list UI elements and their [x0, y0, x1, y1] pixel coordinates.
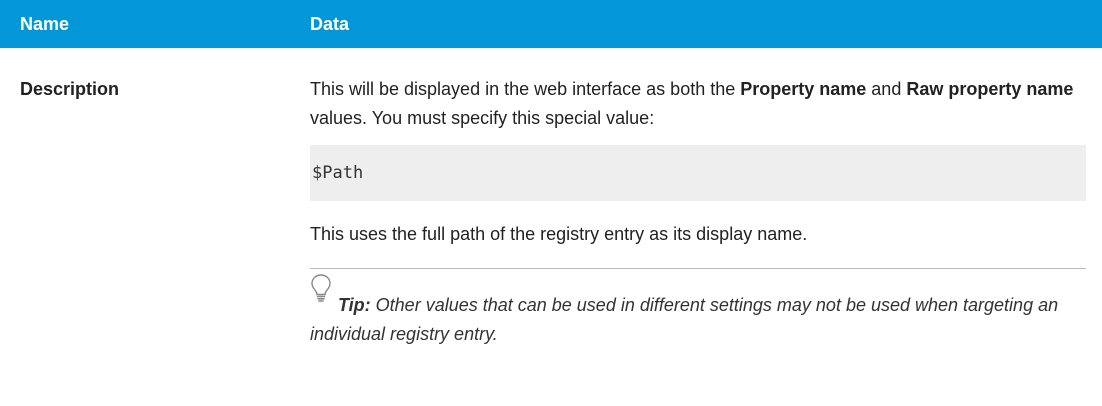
explanation-paragraph: This uses the full path of the registry … [310, 224, 808, 244]
header-name: Name [20, 13, 70, 34]
property-table: Name Data Description This will be displ… [0, 0, 1102, 349]
property-name-term: Property name [740, 79, 867, 99]
tip-label: Tip: [338, 295, 371, 315]
tip-body: Other values that can be used in differe… [310, 295, 1059, 344]
table-row: Description This will be displayed in th… [0, 48, 1102, 349]
description-paragraph: This will be displayed in the web interf… [310, 75, 1086, 133]
raw-property-name-term: Raw property name [906, 79, 1074, 99]
tip-text: Tip: Other values that can be used in di… [310, 279, 1086, 349]
para1-mid: and [866, 79, 907, 99]
header-data: Data [310, 13, 350, 34]
row-data-cell: This will be displayed in the web interf… [310, 75, 1086, 349]
table-header-row: Name Data [0, 0, 1102, 48]
code-value: $Path [312, 162, 364, 183]
tip-note: Tip: Other values that can be used in di… [310, 268, 1086, 349]
lightbulb-icon [311, 274, 331, 302]
row-name-cell: Description [20, 79, 120, 99]
para1-suffix: values. You must specify this special va… [310, 108, 655, 128]
para1-prefix: This will be displayed in the web interf… [310, 79, 741, 99]
code-block: $Path [310, 145, 1086, 201]
